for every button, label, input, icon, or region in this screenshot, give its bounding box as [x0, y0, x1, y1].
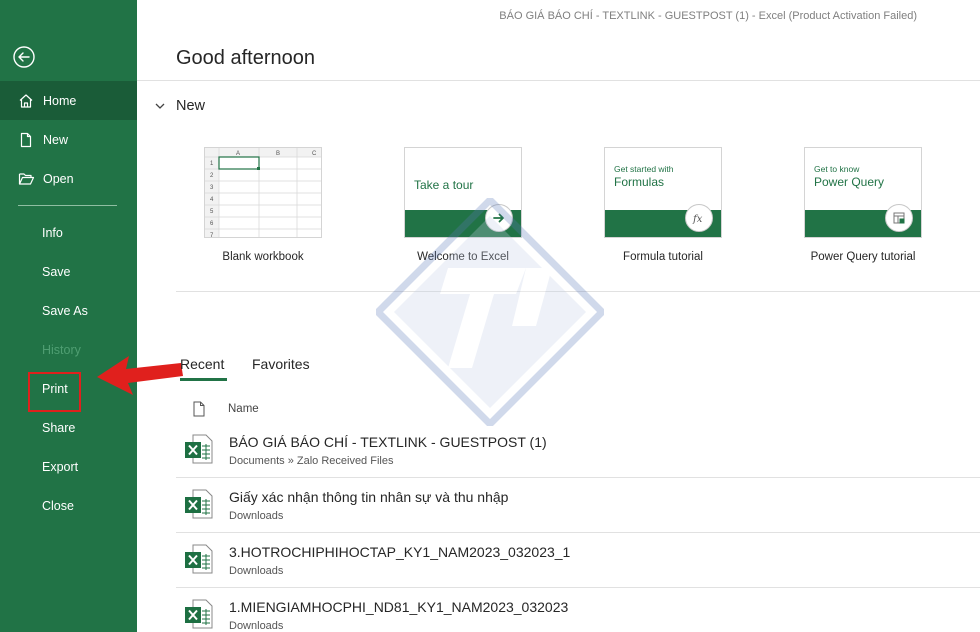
back-arrow-icon[interactable] [12, 45, 36, 69]
nav-history-label: History [42, 342, 81, 357]
nav-save[interactable]: Save [0, 252, 137, 291]
section-divider [176, 291, 980, 292]
tile-text: Get started with Formulas [614, 164, 674, 190]
tile-title: Formulas [614, 174, 665, 189]
blank-workbook-caption: Blank workbook [222, 251, 304, 263]
excel-file-icon [185, 489, 213, 519]
nav-history: History [0, 330, 137, 369]
file-path: Downloads [229, 620, 284, 632]
tile-subtitle: Get to know [814, 164, 860, 174]
file-list-header[interactable]: Name [176, 398, 980, 420]
new-section-title: New [176, 98, 206, 114]
nav-open-label: Open [43, 171, 74, 186]
file-row[interactable]: BÁO GIÁ BÁO CHÍ - TEXTLINK - GUESTPOST (… [176, 424, 980, 478]
window-title: BÁO GIÁ BÁO CHÍ - TEXTLINK - GUESTPOST (… [499, 10, 917, 22]
spreadsheet-grid-icon: A B C 1 2 3 4 5 6 7 [205, 148, 321, 237]
nav-close-label: Close [42, 498, 74, 513]
nav-share[interactable]: Share [0, 408, 137, 447]
backstage-sidebar: Home New Open Info Save Save As History … [0, 0, 137, 632]
new-document-icon [17, 131, 35, 149]
function-fx-icon: fx [685, 204, 713, 232]
tab-favorites[interactable]: Favorites [252, 356, 310, 372]
nav-export[interactable]: Export [0, 447, 137, 486]
file-row[interactable]: 1.MIENGIAMHOCPHI_ND81_KY1_NAM2023_032023… [176, 589, 980, 632]
blank-workbook-tile[interactable]: A B C 1 2 3 4 5 6 7 [204, 147, 322, 238]
formula-tutorial-caption: Formula tutorial [623, 251, 703, 263]
welcome-to-excel-tile[interactable]: Take a tour [404, 147, 522, 238]
grid-col-label: B [276, 151, 280, 157]
excel-file-icon [185, 434, 213, 464]
grid-col-label: C [312, 151, 317, 157]
formula-tutorial-tile[interactable]: Get started with Formulas fx [604, 147, 722, 238]
file-name: 3.HOTROCHIPHIHOCTAP_KY1_NAM2023_032023_1 [229, 544, 571, 560]
excel-file-icon [185, 599, 213, 629]
grid-col-label: A [236, 151, 240, 157]
file-path: Documents » Zalo Received Files [229, 455, 394, 467]
nav-divider [18, 205, 117, 206]
nav-print[interactable]: Print [0, 369, 137, 408]
nav-print-label: Print [42, 381, 68, 396]
tile-text: Take a tour [414, 178, 474, 192]
nav-home-label: Home [43, 93, 77, 108]
file-path: Downloads [229, 565, 284, 577]
file-name: BÁO GIÁ BÁO CHÍ - TEXTLINK - GUESTPOST (… [229, 434, 547, 450]
nav-info-label: Info [42, 225, 63, 240]
nav-home[interactable]: Home [0, 81, 137, 120]
active-tab-indicator [180, 378, 227, 381]
power-query-tutorial-tile[interactable]: Get to know Power Query [804, 147, 922, 238]
welcome-to-excel-caption: Welcome to Excel [417, 251, 509, 263]
tile-subtitle: Get started with [614, 164, 674, 174]
file-row[interactable]: 3.HOTROCHIPHIHOCTAP_KY1_NAM2023_032023_1… [176, 534, 980, 588]
file-path: Downloads [229, 510, 284, 522]
document-icon [193, 401, 205, 417]
power-query-tutorial-caption: Power Query tutorial [810, 251, 916, 263]
nav-save-as-label: Save As [42, 303, 88, 318]
tab-recent[interactable]: Recent [180, 356, 224, 372]
nav-new[interactable]: New [0, 120, 137, 159]
nav-save-label: Save [42, 264, 71, 279]
nav-close[interactable]: Close [0, 486, 137, 525]
nav-export-label: Export [42, 459, 79, 474]
power-query-table-icon [885, 204, 913, 232]
page-title: Good afternoon [176, 47, 315, 69]
tile-title: Power Query [814, 174, 885, 189]
file-row[interactable]: Giấy xác nhận thông tin nhân sự và thu n… [176, 479, 980, 533]
file-name: Giấy xác nhận thông tin nhân sự và thu n… [229, 489, 509, 505]
nav-info[interactable]: Info [0, 213, 137, 252]
header-divider [137, 80, 980, 81]
new-section-toggle[interactable]: New [154, 98, 205, 114]
nav-save-as[interactable]: Save As [0, 291, 137, 330]
home-icon [17, 92, 35, 110]
file-name: 1.MIENGIAMHOCPHI_ND81_KY1_NAM2023_032023 [229, 599, 569, 615]
nav-open[interactable]: Open [0, 159, 137, 198]
excel-file-icon [185, 544, 213, 574]
name-column-header: Name [228, 403, 259, 415]
nav-share-label: Share [42, 420, 76, 435]
nav-new-label: New [43, 132, 69, 147]
tile-text: Get to know Power Query [814, 164, 884, 190]
svg-text:fx: fx [692, 214, 703, 225]
chevron-down-icon [155, 103, 165, 109]
arrow-right-icon [485, 204, 513, 232]
open-folder-icon [17, 170, 35, 188]
